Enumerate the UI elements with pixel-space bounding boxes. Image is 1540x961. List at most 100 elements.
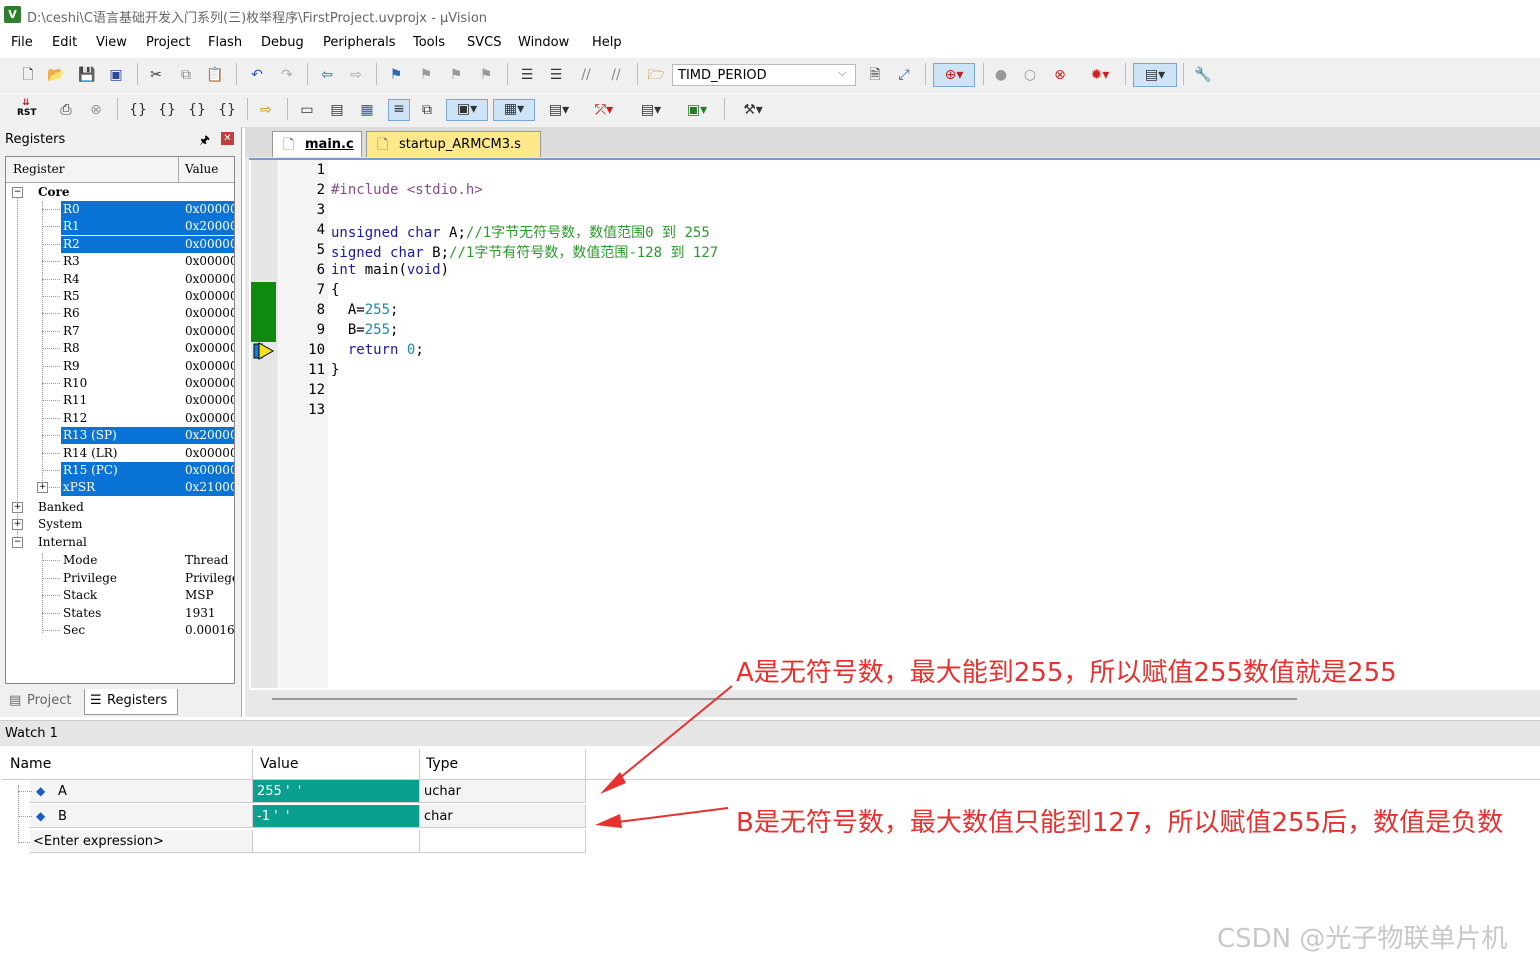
registers-tree[interactable]: Register Value − Core R0 0x00000 R1 0x20000… xyxy=(5,156,235,684)
register-value[interactable]: 0x00000 xyxy=(185,340,234,357)
undo-icon[interactable]: ↶ xyxy=(248,66,266,84)
run-to-cursor-icon[interactable]: {} xyxy=(218,101,236,119)
menu-peripherals[interactable]: Peripherals xyxy=(323,35,396,50)
register-row[interactable]: R2 0x00000 xyxy=(6,235,234,253)
bookmark-icon[interactable]: ⚑ xyxy=(387,66,405,84)
register-value[interactable]: 0x00000 xyxy=(185,392,234,409)
stop-icon[interactable]: ⊗ xyxy=(87,101,105,119)
reset-icon[interactable]: ⇊ RST xyxy=(17,98,37,122)
register-row[interactable]: R5 0x00000 xyxy=(6,288,234,305)
collapse-icon[interactable]: − xyxy=(12,537,23,548)
find-icon[interactable]: 🗎 xyxy=(866,66,884,84)
code-line[interactable]: } xyxy=(331,362,339,378)
redo-icon[interactable]: ↷ xyxy=(278,66,296,84)
step-in-icon[interactable]: {} xyxy=(129,101,147,119)
tab-main-c[interactable]: 🗋 main.c xyxy=(272,131,362,157)
clear-bookmarks-icon[interactable]: ⚑ xyxy=(477,66,495,84)
internal-row[interactable]: Sec 0.00016 xyxy=(6,622,234,639)
cut-icon[interactable]: ✂ xyxy=(147,66,165,84)
register-row[interactable]: + xPSR 0x21000 xyxy=(6,479,234,497)
horizontal-scrollbar[interactable] xyxy=(272,698,1297,700)
tree-item-system[interactable]: + System xyxy=(6,516,234,533)
menu-view[interactable]: View xyxy=(96,35,127,50)
call-stack-icon[interactable]: ⧉ xyxy=(418,101,436,119)
register-value[interactable]: 0x00000 xyxy=(185,253,234,270)
register-row[interactable]: R6 0x00000 xyxy=(6,305,234,322)
system-viewer-icon[interactable]: ▣▾ xyxy=(678,101,716,119)
register-row[interactable]: R13 (SP) 0x20000 xyxy=(6,427,234,445)
column-register[interactable]: Register xyxy=(13,162,64,176)
internal-row[interactable]: Stack MSP xyxy=(6,587,234,604)
save-all-icon[interactable]: ▣ xyxy=(107,66,125,84)
watch-row-value[interactable]: -1 ' ' xyxy=(253,805,420,828)
serial-window-icon[interactable]: ▤▾ xyxy=(541,101,577,119)
internal-row[interactable]: Privilege Privileged xyxy=(6,570,234,587)
comment-icon[interactable]: // xyxy=(577,66,595,84)
tab-project[interactable]: ▤ Project xyxy=(5,689,81,715)
register-row[interactable]: R4 0x00000 xyxy=(6,271,234,288)
tree-item-core[interactable]: − Core xyxy=(6,184,234,201)
tree-item-internal[interactable]: − Internal xyxy=(6,534,234,551)
column-value[interactable]: Value xyxy=(185,162,218,176)
menu-help[interactable]: Help xyxy=(592,35,622,50)
analysis-window-icon[interactable]: ⤱▾ xyxy=(585,101,623,119)
menu-file[interactable]: File xyxy=(11,35,33,50)
toolbox-icon[interactable]: ⚒▾ xyxy=(733,101,773,119)
register-row[interactable]: R0 0x00000 xyxy=(6,201,234,218)
menu-flash[interactable]: Flash xyxy=(208,35,242,50)
expand-icon[interactable]: + xyxy=(37,482,48,494)
disable-all-breakpoints-icon[interactable]: ⊗ xyxy=(1051,66,1069,84)
register-value[interactable]: 0x00000 xyxy=(185,410,234,427)
menu-debug[interactable]: Debug xyxy=(261,35,304,50)
breakpoint-icon[interactable]: ● xyxy=(992,66,1010,84)
collapse-icon[interactable]: − xyxy=(12,187,23,198)
paste-icon[interactable]: 📋 xyxy=(206,66,224,84)
menu-svcs[interactable]: SVCS xyxy=(467,35,501,50)
unindent-icon[interactable]: ☰ xyxy=(547,66,565,84)
menu-tools[interactable]: Tools xyxy=(413,35,445,50)
watch-row-value[interactable]: 255 ' ' xyxy=(253,780,420,803)
expand-icon[interactable]: + xyxy=(12,519,23,530)
code-line[interactable]: B=255; xyxy=(331,322,399,338)
new-file-icon[interactable]: 🗋 xyxy=(19,66,37,84)
register-value[interactable]: 0x20000 xyxy=(185,427,234,444)
watch-col-value[interactable]: Value xyxy=(260,756,298,772)
registers-window-icon[interactable]: ≡ xyxy=(388,99,410,121)
register-value[interactable]: 0x00000 xyxy=(185,323,234,340)
register-row[interactable]: R8 0x00000 xyxy=(6,340,234,357)
close-icon[interactable]: ✕ xyxy=(221,132,234,145)
kill-breakpoints-icon[interactable]: ✹▾ xyxy=(1083,66,1117,84)
register-value[interactable]: 0x00000 xyxy=(185,201,234,218)
code-line[interactable]: #include <stdio.h> xyxy=(331,182,483,198)
register-row[interactable]: R12 0x00000 xyxy=(6,410,234,427)
editor-gutter[interactable] xyxy=(251,160,278,688)
step-over-icon[interactable]: {} xyxy=(158,101,176,119)
watch-row-name[interactable]: ◆ B xyxy=(30,805,253,828)
register-value[interactable]: 0x00000 xyxy=(185,236,234,253)
navigate-back-icon[interactable]: ⇦ xyxy=(318,66,336,84)
code-line[interactable]: signed char B;//1字节有符号数，数值范围-128 到 127 xyxy=(331,242,718,262)
trace-window-icon[interactable]: ▤▾ xyxy=(632,101,670,119)
window-layout-icon[interactable]: ▤▾ xyxy=(1133,63,1177,87)
register-row[interactable]: R11 0x00000 xyxy=(6,392,234,409)
watch-col-name[interactable]: Name xyxy=(10,756,51,772)
symbols-window-icon[interactable]: ▦ xyxy=(358,101,376,119)
register-value[interactable]: 0x20000 xyxy=(185,218,234,235)
expand-icon[interactable]: + xyxy=(12,502,23,513)
menu-edit[interactable]: Edit xyxy=(52,35,77,50)
register-value[interactable]: 0x00000 xyxy=(185,271,234,288)
register-row[interactable]: R9 0x00000 xyxy=(6,358,234,375)
enter-expression-row[interactable]: <Enter expression> xyxy=(30,830,253,853)
internal-row[interactable]: States 1931 xyxy=(6,605,234,622)
register-row[interactable]: R14 (LR) 0x00000 xyxy=(6,445,234,462)
prev-bookmark-icon[interactable]: ⚑ xyxy=(417,66,435,84)
code-line[interactable]: return 0; xyxy=(331,342,424,358)
watch-row-name[interactable]: ◆ A xyxy=(30,780,253,803)
disable-breakpoint-icon[interactable]: ○ xyxy=(1021,66,1039,84)
register-row[interactable]: R7 0x00000 xyxy=(6,323,234,340)
run-icon[interactable]: ⎙ xyxy=(57,101,75,119)
configure-icon[interactable]: 🔧 xyxy=(1194,66,1212,84)
pin-icon[interactable]: 🖈 xyxy=(199,131,210,152)
uncomment-icon[interactable]: // xyxy=(607,66,625,84)
indent-icon[interactable]: ☰ xyxy=(518,66,536,84)
